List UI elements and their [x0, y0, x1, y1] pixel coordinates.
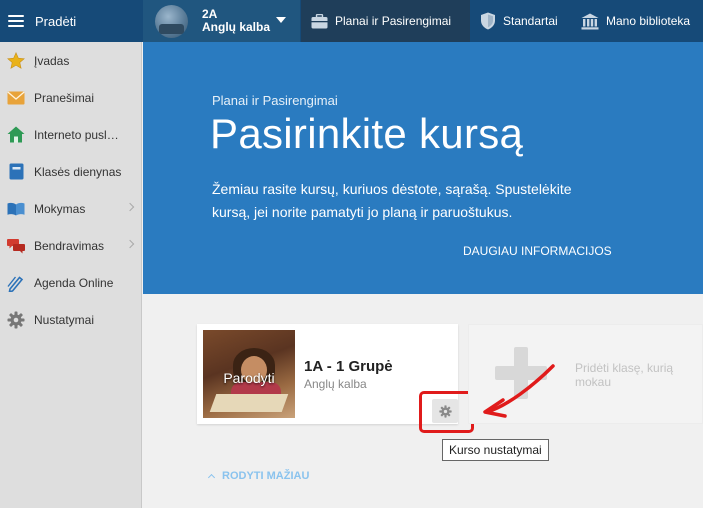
add-class-label: Pridėti klasę, kurią mokau — [575, 361, 674, 389]
annotation-highlight-box — [419, 391, 474, 433]
sidebar-item-label: Nustatymai — [34, 312, 95, 327]
sidebar-item-label: Pranešimai — [34, 90, 95, 105]
course-show-label: Parodyti — [223, 370, 275, 386]
home-icon — [7, 126, 25, 143]
chat-icon — [7, 238, 25, 253]
settings-tooltip: Kurso nustatymai — [442, 439, 549, 461]
class-avatar — [155, 4, 188, 38]
start-menu-button[interactable]: Pradėti — [0, 0, 142, 42]
open-book-icon — [7, 202, 25, 215]
class-subject: Anglų kalba — [202, 20, 271, 34]
caret-down-icon — [276, 17, 286, 23]
more-info-link[interactable]: DAUGIAU INFORMACIJOS — [463, 244, 612, 258]
sidebar-item-label: Agenda Online — [34, 275, 114, 290]
pencil-icon — [7, 275, 24, 292]
page-title: Pasirinkite kursą — [210, 110, 524, 157]
briefcase-icon — [311, 13, 328, 28]
sidebar-item-label: Interneto pusl… — [34, 127, 119, 142]
chevron-up-icon — [207, 473, 216, 482]
nav-standards[interactable]: Standartai — [470, 0, 571, 42]
nav-plans[interactable]: Planai ir Pasirengimai — [301, 0, 470, 42]
show-less-label: RODYTI MAŽIAU — [222, 470, 310, 482]
sidebar-item-communication[interactable]: Bendravimas — [0, 227, 141, 264]
envelope-icon — [7, 91, 25, 104]
hero-description: Žemiau rasite kursų, kuriuos dėstote, są… — [212, 181, 572, 220]
hero-kicker: Planai ir Pasirengimai — [212, 93, 338, 108]
hamburger-icon — [8, 15, 24, 27]
nav-library[interactable]: Mano biblioteka — [571, 0, 703, 42]
sidebar: Įvadas Pranešimai Interneto pusl… Klasės… — [0, 42, 142, 508]
nav-plans-label: Planai ir Pasirengimai — [335, 14, 452, 28]
sidebar-item-label: Bendravimas — [34, 238, 105, 253]
course-thumbnail[interactable]: Parodyti — [203, 330, 295, 418]
sidebar-item-teaching[interactable]: Mokymas — [0, 190, 141, 227]
show-less-link[interactable]: RODYTI MAŽIAU — [207, 470, 310, 482]
annotation-arrow — [483, 364, 555, 418]
book-icon — [9, 163, 23, 180]
sidebar-item-label: Mokymas — [34, 201, 86, 216]
sidebar-item-intro[interactable]: Įvadas — [0, 42, 141, 79]
sidebar-item-settings[interactable]: Nustatymai — [0, 301, 141, 338]
sidebar-item-website[interactable]: Interneto pusl… — [0, 116, 141, 153]
chevron-right-icon — [125, 239, 135, 249]
class-switcher[interactable]: 2A Anglų kalba — [143, 0, 300, 42]
nav-library-label: Mano biblioteka — [606, 14, 691, 28]
hero-banner: Planai ir Pasirengimai Pasirinkite kursą… — [143, 42, 703, 294]
start-menu-label: Pradėti — [35, 13, 77, 29]
sidebar-item-messages[interactable]: Pranešimai — [0, 79, 141, 116]
sidebar-item-class-diary[interactable]: Klasės dienynas — [0, 153, 141, 190]
course-subject: Anglų kalba — [304, 377, 367, 391]
sidebar-item-label: Įvadas — [34, 53, 70, 68]
sidebar-item-label: Klasės dienynas — [34, 164, 122, 179]
shield-icon — [481, 12, 495, 30]
course-name: 1A - 1 Grupė — [304, 358, 393, 375]
star-icon — [7, 51, 25, 69]
gear-icon — [7, 311, 25, 328]
chevron-right-icon — [125, 202, 135, 212]
library-icon — [581, 13, 599, 29]
nav-standards-label: Standartai — [503, 14, 558, 28]
main-content: Planai ir Pasirengimai Pasirinkite kursą… — [143, 42, 703, 508]
top-bar: Pradėti 2A Anglų kalba Planai ir Pasiren… — [0, 0, 703, 42]
sidebar-item-agenda[interactable]: Agenda Online — [0, 264, 141, 301]
